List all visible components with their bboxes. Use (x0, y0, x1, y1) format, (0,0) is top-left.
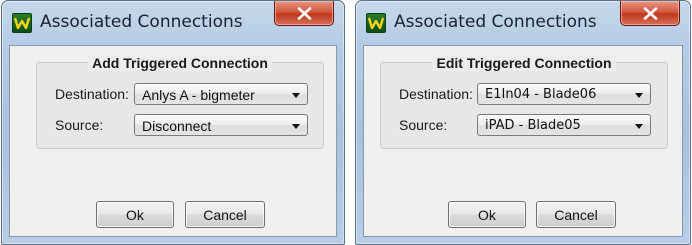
destination-label: Destination: (55, 86, 129, 102)
chevron-down-icon (292, 93, 300, 98)
window-title: Associated Connections (394, 12, 597, 32)
associated-connections-dialog-edit: Associated Connections Edit Triggered Co… (355, 0, 691, 245)
source-row: Source: Disconnect (37, 114, 323, 136)
associated-connections-dialog-add: Associated Connections Add Triggered Con… (1, 0, 345, 245)
title-bar[interactable]: Associated Connections (2, 1, 344, 45)
destination-select[interactable]: E1In04 - Blade06 (477, 83, 651, 105)
destination-value: E1In04 - Blade06 (485, 87, 597, 102)
app-w-logo-icon (366, 13, 386, 33)
destination-label: Destination: (399, 86, 473, 102)
source-value: Disconnect (142, 118, 212, 134)
cancel-button[interactable]: Cancel (536, 201, 616, 228)
source-row: Source: iPAD - Blade05 (381, 114, 667, 136)
dialog-client-area: Edit Triggered Connection Destination: E… (363, 45, 683, 237)
chevron-down-icon (635, 124, 643, 129)
close-icon (297, 6, 311, 20)
chevron-down-icon (292, 124, 300, 129)
destination-row: Destination: E1In04 - Blade06 (381, 83, 667, 105)
ok-button[interactable]: Ok (448, 201, 526, 228)
chevron-down-icon (635, 93, 643, 98)
source-label: Source: (399, 117, 448, 133)
close-button[interactable] (274, 1, 334, 26)
ok-button[interactable]: Ok (96, 201, 174, 228)
dialog-client-area: Add Triggered Connection Destination: An… (9, 45, 337, 237)
destination-select[interactable]: Anlys A - bigmeter (134, 83, 308, 105)
group-title: Edit Triggered Connection (432, 55, 616, 71)
close-icon (643, 6, 657, 20)
edit-triggered-connection-group: Edit Triggered Connection Destination: E… (380, 55, 668, 149)
add-triggered-connection-group: Add Triggered Connection Destination: An… (36, 55, 324, 149)
cancel-button[interactable]: Cancel (185, 201, 265, 228)
group-title: Add Triggered Connection (88, 55, 272, 71)
source-select[interactable]: Disconnect (134, 114, 308, 136)
app-w-logo-icon (12, 13, 32, 33)
source-value: iPAD - Blade05 (485, 118, 581, 133)
destination-value: Anlys A - bigmeter (142, 87, 255, 103)
source-select[interactable]: iPAD - Blade05 (477, 114, 651, 136)
close-button[interactable] (620, 1, 680, 26)
window-title: Associated Connections (40, 12, 243, 32)
title-bar[interactable]: Associated Connections (356, 1, 690, 45)
destination-row: Destination: Anlys A - bigmeter (37, 83, 323, 105)
source-label: Source: (55, 117, 104, 133)
